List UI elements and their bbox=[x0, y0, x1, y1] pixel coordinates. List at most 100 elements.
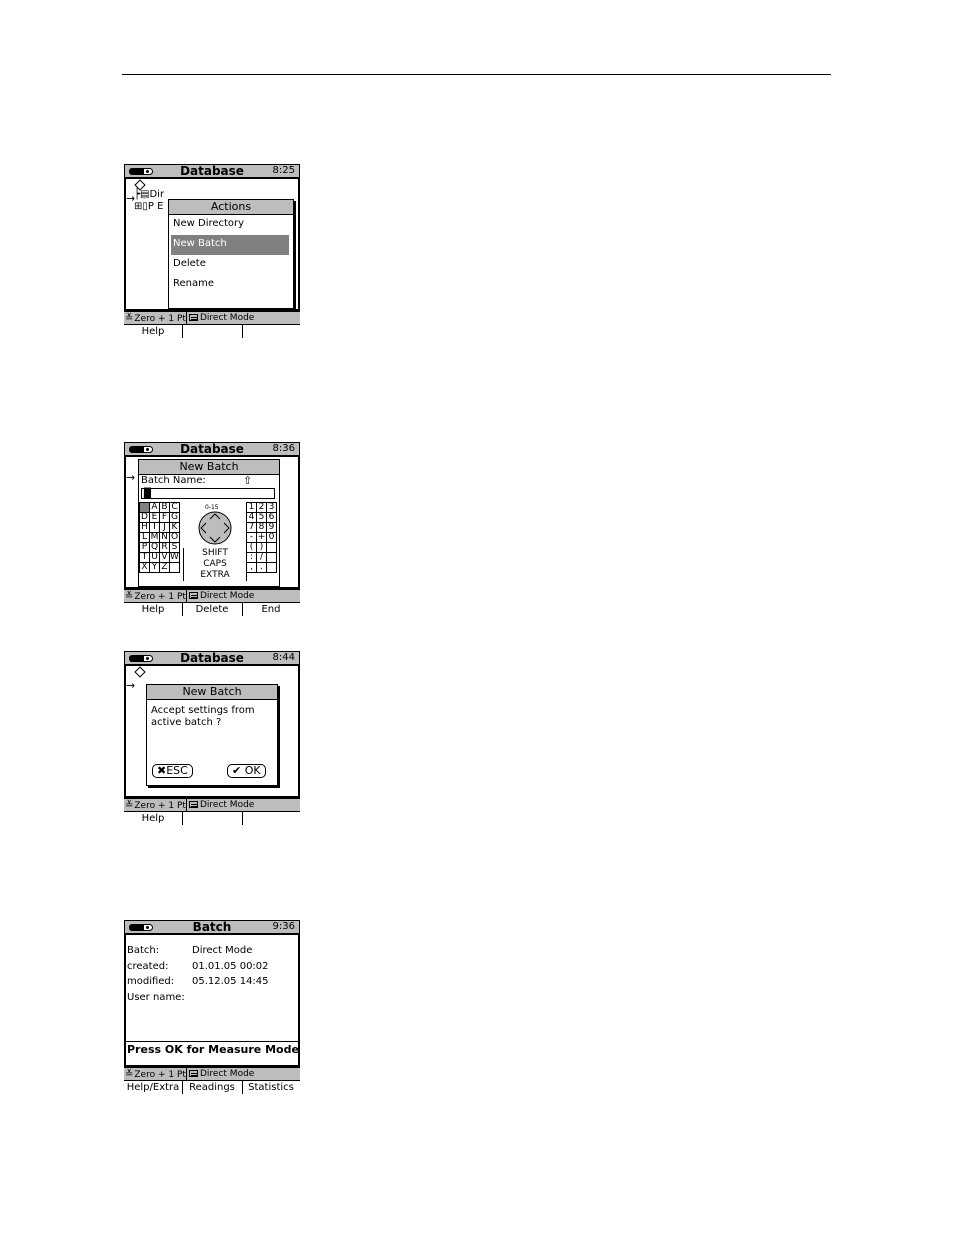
zero-icon: ≚ bbox=[125, 591, 134, 602]
key[interactable]: Q bbox=[149, 542, 160, 553]
batch-icon bbox=[189, 314, 198, 321]
key[interactable]: R bbox=[159, 542, 170, 553]
digit-keys: 123 456 789 - +0 () : / ,. bbox=[246, 502, 277, 573]
arrow-icon: → bbox=[126, 679, 136, 692]
status-mode-right: Direct Mode bbox=[189, 1069, 254, 1079]
key[interactable] bbox=[266, 552, 277, 563]
key[interactable]: F bbox=[159, 512, 170, 523]
new-batch-dialog: New Batch Batch Name: ⇧ █ ABC DEFG HIJK … bbox=[138, 459, 280, 587]
detail-row: Batch: Direct Mode bbox=[127, 945, 253, 956]
key[interactable]: : bbox=[246, 552, 257, 563]
softkey-help[interactable]: Help bbox=[124, 326, 182, 337]
batch-icon bbox=[189, 1070, 198, 1077]
key[interactable]: X bbox=[139, 562, 150, 573]
menu-item-new-batch[interactable]: New Batch bbox=[171, 235, 289, 255]
title-bar: Database 8:25 bbox=[124, 164, 300, 178]
key[interactable]: 1 bbox=[246, 502, 257, 513]
key[interactable]: S bbox=[169, 542, 180, 553]
tree-item[interactable]: ┝▤Dir bbox=[134, 189, 164, 200]
key[interactable]: 5 bbox=[256, 512, 267, 523]
top-rule bbox=[122, 74, 831, 75]
key[interactable]: L bbox=[139, 532, 150, 543]
key[interactable]: H bbox=[139, 522, 150, 533]
softkey-help[interactable]: Help bbox=[124, 604, 182, 615]
batch-name-input[interactable]: █ bbox=[141, 488, 275, 499]
softkey-bar: Help bbox=[124, 812, 300, 827]
key[interactable]: B bbox=[159, 502, 170, 513]
key[interactable]: C bbox=[169, 502, 180, 513]
softkey-delete[interactable]: Delete bbox=[183, 604, 241, 615]
screen-body: → New Batch Accept settings from active … bbox=[124, 665, 300, 798]
key[interactable]: 2 bbox=[256, 502, 267, 513]
arrow-icon: → bbox=[126, 471, 136, 484]
key[interactable]: + bbox=[256, 532, 267, 543]
esc-button[interactable]: ✖ESC bbox=[152, 764, 193, 778]
status-mode-right: Direct Mode bbox=[189, 591, 254, 601]
softkey-readings[interactable]: Readings bbox=[183, 1082, 241, 1093]
menu-item-delete[interactable]: Delete bbox=[169, 255, 293, 275]
detail-row: created: 01.01.05 00:02 bbox=[127, 960, 269, 972]
batch-icon bbox=[189, 592, 198, 599]
key[interactable]: ) bbox=[256, 542, 267, 553]
root-icon bbox=[134, 666, 146, 678]
key[interactable] bbox=[266, 542, 277, 553]
key[interactable]: 7 bbox=[246, 522, 257, 533]
key[interactable]: 4 bbox=[246, 512, 257, 523]
title-bar: Database 8:36 bbox=[124, 442, 300, 456]
key[interactable]: . bbox=[256, 562, 267, 573]
key[interactable] bbox=[266, 562, 277, 573]
key[interactable]: M bbox=[149, 532, 160, 543]
key[interactable]: J bbox=[159, 522, 170, 533]
menu-item-new-directory[interactable]: New Directory bbox=[169, 215, 293, 235]
ok-button[interactable]: ✔ OK bbox=[227, 764, 266, 778]
status-mode-left: ≚Zero + 1 Pt bbox=[125, 313, 186, 324]
title-bar: Database 8:44 bbox=[124, 651, 300, 665]
softkey-end[interactable]: End bbox=[242, 604, 300, 615]
direction-pad-icon[interactable] bbox=[197, 510, 233, 546]
key[interactable]: W bbox=[169, 552, 180, 563]
key[interactable]: P bbox=[139, 542, 150, 553]
key[interactable]: I bbox=[149, 522, 160, 533]
softkey-help[interactable]: Help bbox=[124, 813, 182, 824]
key[interactable]: A bbox=[149, 502, 160, 513]
status-bar: ≚Zero + 1 Pt Direct Mode bbox=[124, 311, 300, 325]
menu-item-rename[interactable]: Rename bbox=[169, 275, 293, 295]
key[interactable]: E bbox=[149, 512, 160, 523]
key[interactable]: 3 bbox=[266, 502, 277, 513]
key[interactable]: G bbox=[169, 512, 180, 523]
dialog-title: Actions bbox=[169, 200, 293, 215]
key[interactable]: 9 bbox=[266, 522, 277, 533]
zero-icon: ≚ bbox=[125, 800, 134, 811]
caps-key[interactable]: CAPS bbox=[183, 559, 247, 570]
shift-key[interactable]: SHIFT bbox=[183, 548, 247, 559]
key[interactable]: 6 bbox=[266, 512, 277, 523]
key[interactable] bbox=[169, 562, 180, 573]
key[interactable] bbox=[139, 502, 150, 513]
key[interactable]: T bbox=[139, 552, 150, 563]
key[interactable]: Z bbox=[159, 562, 170, 573]
status-bar: ≚Zero + 1 Pt Direct Mode bbox=[124, 798, 300, 812]
extra-key[interactable]: EXTRA bbox=[183, 570, 247, 581]
status-mode-left: ≚Zero + 1 Pt bbox=[125, 800, 186, 811]
key[interactable]: O bbox=[169, 532, 180, 543]
key[interactable]: V bbox=[159, 552, 170, 563]
message-line-2: active batch ? bbox=[151, 717, 222, 728]
key[interactable]: , bbox=[246, 562, 257, 573]
softkey-statistics[interactable]: Statistics bbox=[242, 1082, 300, 1093]
key[interactable]: 0 bbox=[266, 532, 277, 543]
softkey-help-extra[interactable]: Help/Extra bbox=[124, 1082, 182, 1093]
status-mode-left: ≚Zero + 1 Pt bbox=[125, 1069, 186, 1080]
key[interactable]: / bbox=[256, 552, 267, 563]
tree-item[interactable]: ⊞▯P E bbox=[134, 201, 163, 212]
shift-arrow-icon: ⇧ bbox=[243, 474, 253, 487]
key[interactable]: D bbox=[139, 512, 150, 523]
key[interactable]: N bbox=[159, 532, 170, 543]
expand-icon: ⊞▯ bbox=[134, 201, 148, 212]
key[interactable]: - bbox=[246, 532, 257, 543]
key[interactable]: 8 bbox=[256, 522, 267, 533]
key[interactable]: K bbox=[169, 522, 180, 533]
key[interactable]: U bbox=[149, 552, 160, 563]
status-mode-right: Direct Mode bbox=[189, 800, 254, 810]
key[interactable]: Y bbox=[149, 562, 160, 573]
key[interactable]: ( bbox=[246, 542, 257, 553]
